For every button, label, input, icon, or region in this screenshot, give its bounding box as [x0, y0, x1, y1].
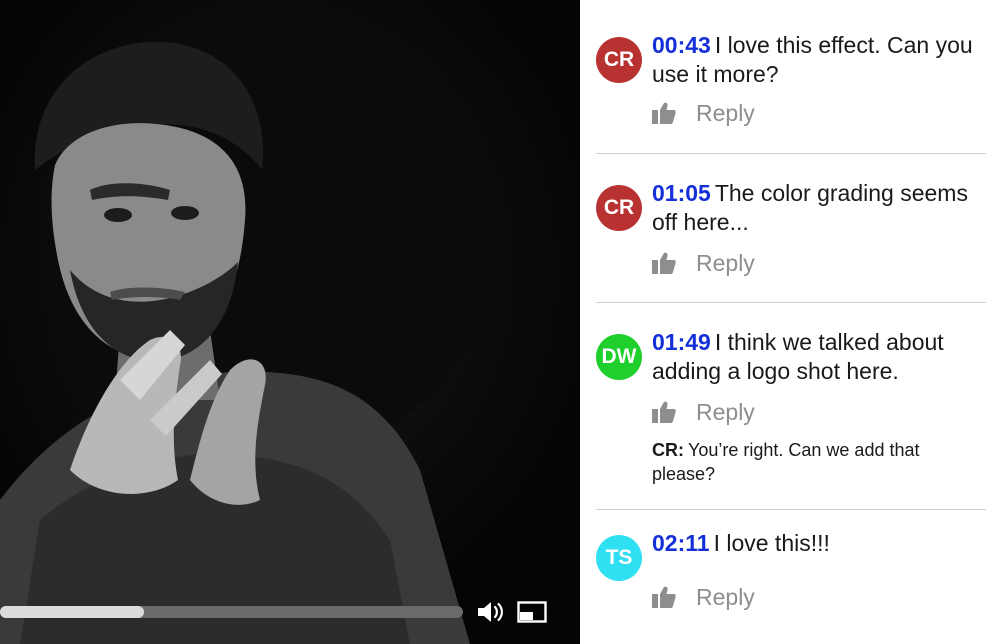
picture-in-picture-icon: [517, 601, 547, 623]
comments-panel: CR 00:43 I love this effect. Can you use …: [580, 0, 1000, 644]
comment-actions: Reply: [652, 99, 755, 127]
comment-text-block: 01:49 I think we talked about adding a lo…: [652, 328, 988, 386]
video-frame-portrait: [0, 0, 580, 644]
comment-divider: [596, 509, 986, 510]
volume-button[interactable]: [474, 598, 506, 626]
comment-text: I love this!!!: [713, 530, 830, 556]
reply-link[interactable]: Reply: [696, 250, 755, 277]
threaded-reply: CR: You’re right. Can we add that please?: [652, 438, 982, 486]
avatar: CR: [596, 185, 642, 231]
comment-text-block: 02:11 I love this!!!: [652, 529, 988, 558]
comment-actions: Reply: [652, 398, 755, 426]
comment-divider: [596, 302, 986, 303]
comment-timestamp-link[interactable]: 01:05: [652, 180, 711, 206]
avatar: TS: [596, 535, 642, 581]
video-player[interactable]: [0, 0, 580, 644]
comment-timestamp-link[interactable]: 01:49: [652, 329, 711, 355]
reply-link[interactable]: Reply: [696, 100, 755, 127]
comment-actions: Reply: [652, 249, 755, 277]
comment-timestamp-link[interactable]: 02:11: [652, 530, 710, 556]
progress-bar[interactable]: [0, 606, 463, 618]
volume-icon: [478, 602, 503, 622]
avatar-initials: CR: [603, 196, 635, 219]
avatar-initials: TS: [605, 546, 633, 569]
avatar: CR: [596, 37, 642, 83]
thumbs-up-icon[interactable]: [652, 251, 678, 275]
thumbs-up-icon[interactable]: [652, 101, 678, 125]
comment-timestamp-link[interactable]: 00:43: [652, 32, 711, 58]
reply-text: You’re right. Can we add that please?: [652, 440, 920, 484]
avatar-initials: DW: [601, 345, 637, 368]
reply-link[interactable]: Reply: [696, 399, 755, 426]
reply-author: CR:: [652, 440, 684, 460]
player-controls: [0, 596, 580, 630]
comment-divider: [596, 153, 986, 154]
comment-text-block: 00:43 I love this effect. Can you use it …: [652, 31, 988, 89]
avatar: DW: [596, 334, 642, 380]
avatar-initials: CR: [603, 48, 635, 71]
thumbs-up-icon[interactable]: [652, 400, 678, 424]
progress-bar-fill: [0, 606, 144, 618]
picture-in-picture-button[interactable]: [516, 598, 548, 626]
comment-text-block: 01:05 The color grading seems off here...: [652, 179, 988, 237]
thumbs-up-icon[interactable]: [652, 585, 678, 609]
reply-link[interactable]: Reply: [696, 584, 755, 611]
comment-actions: Reply: [652, 583, 755, 611]
